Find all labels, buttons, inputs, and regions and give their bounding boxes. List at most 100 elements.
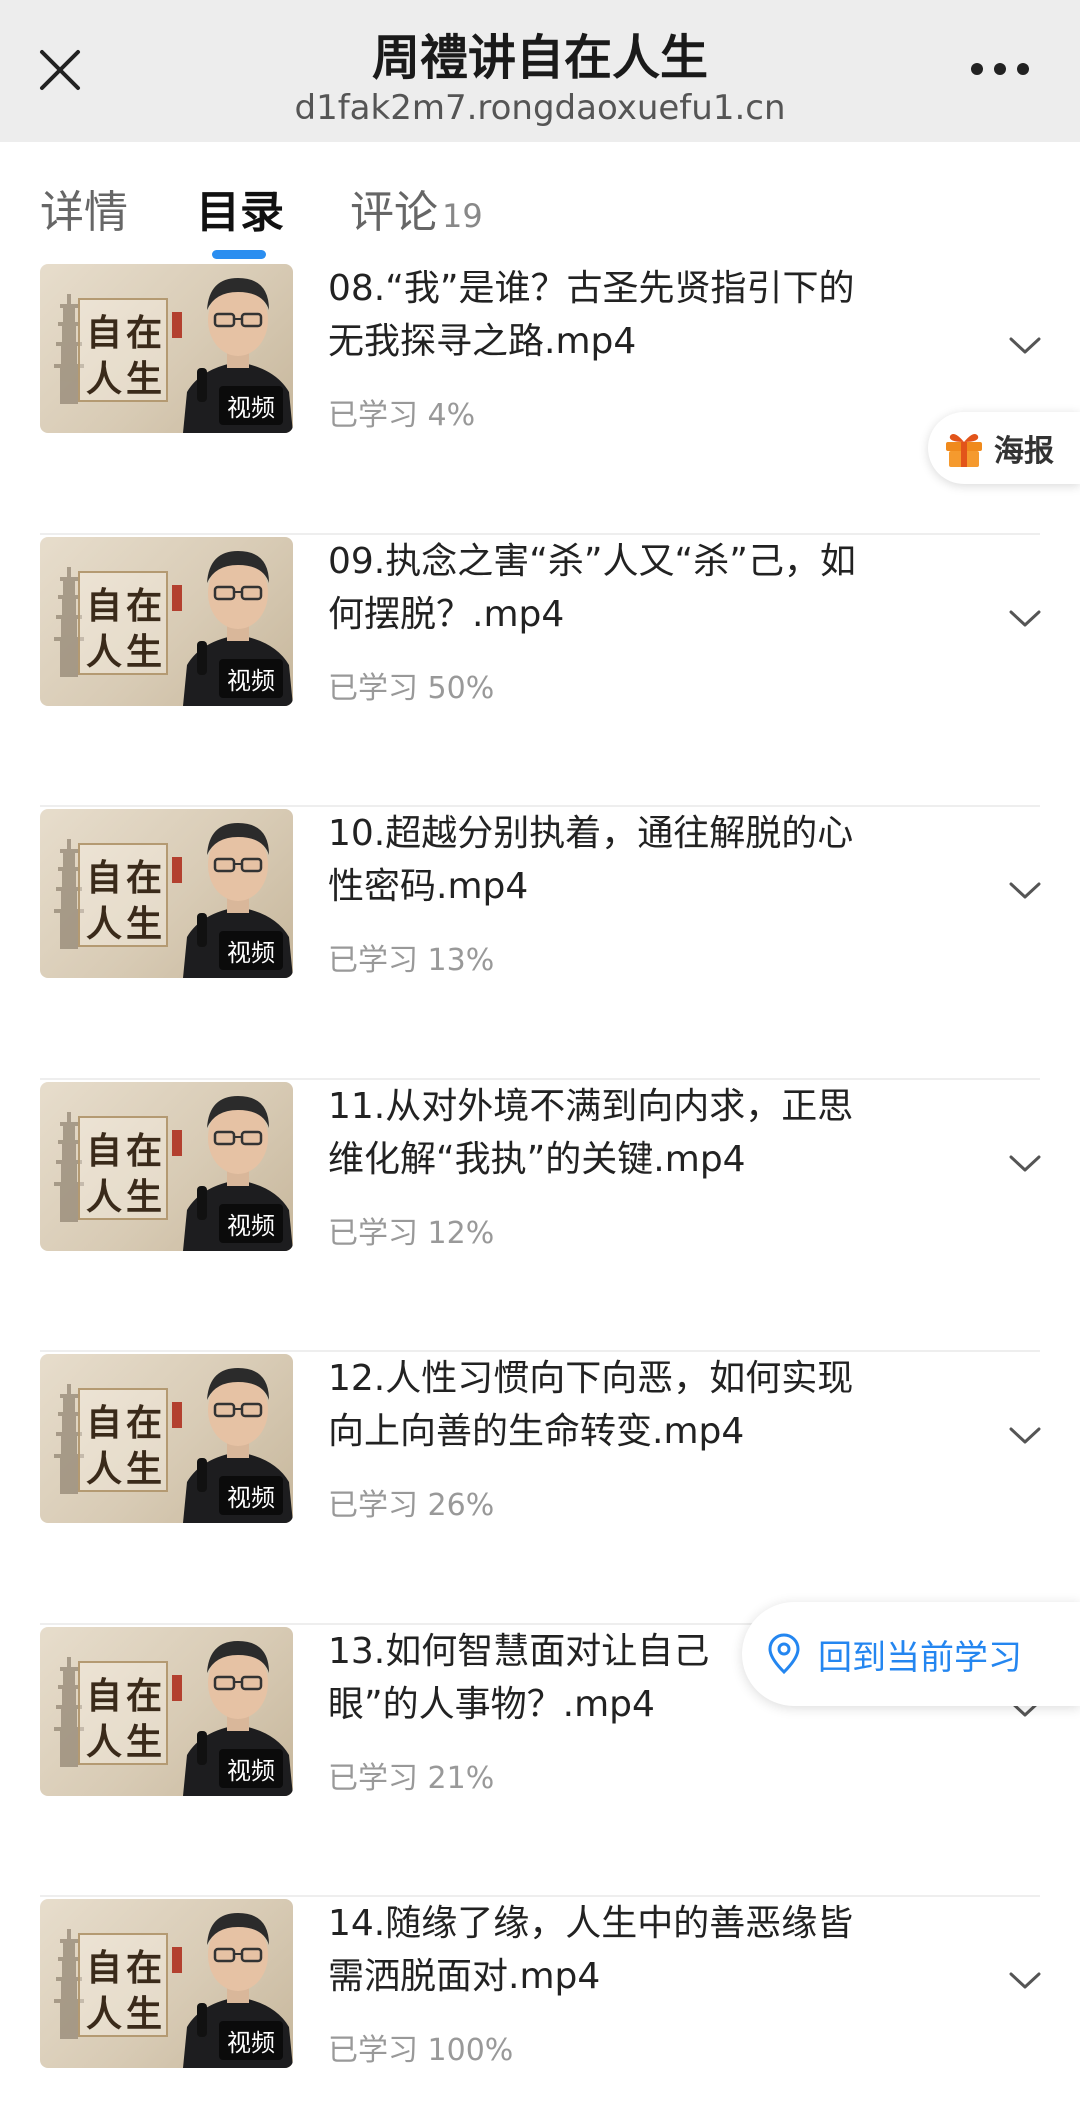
tab-bar: 详情 目录 评论 19 <box>0 142 1080 260</box>
thumb-char: 人 <box>86 1175 123 1218</box>
page-title: 周禮讲自在人生 <box>371 30 708 86</box>
thumbnail-title-box: 自 在 人 生 <box>78 1388 168 1492</box>
thumbnail-title-box: 自 在 人 生 <box>78 570 168 675</box>
video-badge: 视频 <box>219 1203 283 1243</box>
lesson-thumbnail: 自 在 人 生 视频 <box>40 1899 293 2068</box>
video-badge: 视频 <box>219 386 283 425</box>
thumb-char: 生 <box>126 1720 163 1763</box>
lesson-title: 08.“我”是谁？古圣先贤指引下的无我探寻之路.mp4 <box>328 268 855 362</box>
lesson-progress: 已学习 13% <box>328 943 495 978</box>
thumb-char: 生 <box>126 1175 163 1218</box>
thumb-char: 生 <box>126 903 163 945</box>
tab-details[interactable]: 详情 <box>40 176 128 240</box>
seal-mark <box>172 1402 182 1428</box>
thumb-char: 在 <box>126 312 163 354</box>
seal-mark <box>172 857 182 883</box>
lesson-title: 10.超越分别执着，通往解脱的心性密码.mp4 <box>328 813 854 907</box>
thumbnail-title-box: 自 在 人 生 <box>78 298 168 402</box>
seal-mark <box>172 1674 182 1701</box>
tab-comments[interactable]: 评论 19 <box>350 176 483 240</box>
seal-mark <box>172 312 182 338</box>
thumb-char: 人 <box>86 630 123 673</box>
lesson-progress: 已学习 21% <box>328 1760 495 1796</box>
lesson-title: 12.人性习惯向下向恶，如何实现向上向善的生命转变.mp4 <box>328 1358 854 1452</box>
lesson-thumbnail: 自 在 人 生 视频 <box>40 1626 293 1796</box>
thumb-char: 自 <box>86 1947 123 1989</box>
thumb-char: 在 <box>126 857 163 899</box>
lesson-thumbnail: 自 在 人 生 视频 <box>40 1354 293 1523</box>
thumb-char: 在 <box>126 1947 163 1989</box>
lesson-thumbnail: 自 在 人 生 视频 <box>40 1081 293 1251</box>
poster-button[interactable]: 海报 <box>928 412 1080 484</box>
gift-icon <box>946 434 982 467</box>
return-current-button[interactable]: 回到当前学习 <box>742 1602 1080 1706</box>
thumb-char: 人 <box>86 358 123 400</box>
lesson-item[interactable]: 自 在 人 生 视频 11.从对外境不满到向内求，正思维化解“我执”的关键.mp… <box>0 1080 1080 1352</box>
active-tab-indicator <box>212 250 266 259</box>
lesson-item[interactable]: 自 在 人 生 视频 12.人性习惯向下向恶，如何实现向上向善的生命转变.mp4… <box>0 1352 1080 1625</box>
thumbnail-title-box: 自 在 人 生 <box>78 1933 168 2037</box>
thumb-char: 生 <box>126 1448 163 1490</box>
tab-label: 目录 <box>196 187 284 238</box>
tab-catalog[interactable]: 目录 <box>196 176 284 240</box>
lesson-item[interactable]: 自 在 人 生 视频 14.随缘了缘，人生中的善恶缘皆需洒脱面对.mp4 已学习… <box>0 1897 1080 2119</box>
thumb-char: 自 <box>86 1402 123 1444</box>
chevron-down-icon[interactable] <box>1005 603 1045 633</box>
seal-mark <box>172 584 182 611</box>
thumb-char: 人 <box>86 1993 123 2035</box>
chevron-down-icon[interactable] <box>1005 1965 1045 1995</box>
thumb-char: 在 <box>126 1129 163 1172</box>
comment-count: 19 <box>442 197 483 235</box>
thumb-char: 人 <box>86 1720 123 1763</box>
tab-label: 详情 <box>40 187 128 238</box>
seal-mark <box>172 1947 182 1973</box>
thumb-char: 自 <box>86 312 123 354</box>
thumb-char: 自 <box>86 584 123 627</box>
page-url: d1fak2m7.rongdaoxuefu1.cn <box>294 88 786 128</box>
lesson-thumbnail: 自 在 人 生 视频 <box>40 536 293 706</box>
thumb-char: 自 <box>86 1674 123 1717</box>
thumb-char: 生 <box>126 1993 163 2035</box>
thumb-char: 在 <box>126 584 163 627</box>
lesson-item[interactable]: 自 在 人 生 视频 09.执念之害“杀”人又“杀”己，如何摆脱？.mp4 已学… <box>0 535 1080 807</box>
thumb-char: 自 <box>86 1129 123 1172</box>
chevron-down-icon[interactable] <box>1005 1420 1045 1450</box>
video-badge: 视频 <box>219 1748 283 1788</box>
lesson-progress: 已学习 4% <box>328 398 476 433</box>
return-current-label: 回到当前学习 <box>818 1637 1022 1678</box>
thumbnail-title-box: 自 在 人 生 <box>78 1115 168 1220</box>
seal-mark <box>172 1129 182 1156</box>
chevron-down-icon[interactable] <box>1005 330 1045 360</box>
location-pin-icon <box>768 1633 800 1675</box>
video-badge: 视频 <box>219 2021 283 2060</box>
more-dots-icon <box>971 63 1029 75</box>
lesson-progress: 已学习 26% <box>328 1488 495 1523</box>
lesson-progress: 已学习 12% <box>328 1215 495 1251</box>
thumb-char: 在 <box>126 1402 163 1444</box>
top-bar: 周禮讲自在人生 d1fak2m7.rongdaoxuefu1.cn <box>0 0 1080 142</box>
more-button[interactable] <box>960 44 1040 94</box>
thumbnail-title-box: 自 在 人 生 <box>78 843 168 947</box>
lesson-title: 11.从对外境不满到向内求，正思维化解“我执”的关键.mp4 <box>328 1085 854 1180</box>
lesson-thumbnail: 自 在 人 生 视频 <box>40 264 293 433</box>
lesson-title: 14.随缘了缘，人生中的善恶缘皆需洒脱面对.mp4 <box>328 1903 854 1997</box>
chevron-down-icon[interactable] <box>1005 1148 1045 1178</box>
lesson-title: 09.执念之害“杀”人又“杀”己，如何摆脱？.mp4 <box>328 540 856 635</box>
lesson-thumbnail: 自 在 人 生 视频 <box>40 809 293 978</box>
lesson-progress: 已学习 50% <box>328 670 495 706</box>
poster-label: 海报 <box>994 434 1054 469</box>
thumb-char: 人 <box>86 1448 123 1490</box>
video-badge: 视频 <box>219 931 283 970</box>
thumb-char: 生 <box>126 358 163 400</box>
thumb-char: 生 <box>126 630 163 673</box>
video-badge: 视频 <box>219 658 283 698</box>
lesson-item[interactable]: 自 在 人 生 视频 08.“我”是谁？古圣先贤指引下的无我探寻之路.mp4 已… <box>0 262 1080 535</box>
lesson-list: 自 在 人 生 视频 08.“我”是谁？古圣先贤指引下的无我探寻之路.mp4 已… <box>0 262 1080 2119</box>
lesson-item[interactable]: 自 在 人 生 视频 10.超越分别执着，通往解脱的心性密码.mp4 已学习 1… <box>0 807 1080 1080</box>
thumb-char: 在 <box>126 1674 163 1717</box>
chevron-down-icon[interactable] <box>1005 875 1045 905</box>
thumbnail-title-box: 自 在 人 生 <box>78 1660 168 1765</box>
lesson-progress: 已学习 100% <box>328 2033 514 2068</box>
thumb-char: 人 <box>86 903 123 945</box>
thumb-char: 自 <box>86 857 123 899</box>
